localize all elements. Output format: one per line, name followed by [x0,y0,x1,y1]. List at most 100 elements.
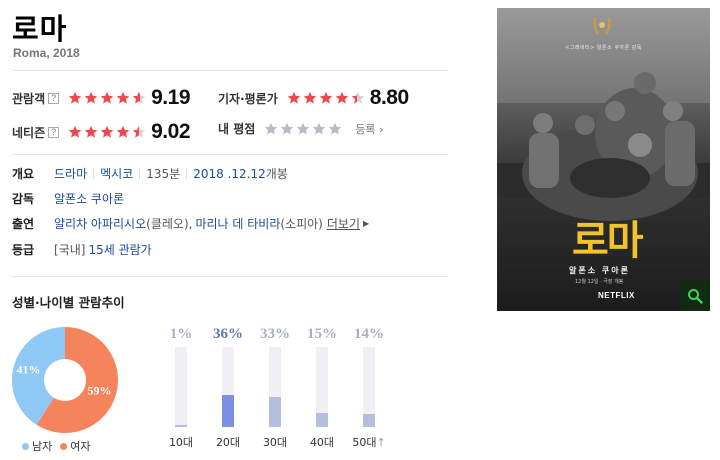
grade-region: [국내] [54,243,86,257]
age-percent: 33% [260,326,290,342]
netizen-rating-label: 네티즌 [12,125,46,140]
rating-grade-row: 등급 [국내] 15세 관람가 [12,241,152,258]
age-bar: 14% 50대↑ [346,326,392,450]
star-icon [116,91,130,104]
my-rating-label: 내 평점 [218,122,256,136]
runtime: 135분 [146,167,181,181]
star-icon [329,122,342,135]
poster-family-photo [522,72,698,221]
chevron-right-icon: › [379,122,384,136]
cast-key: 출연 [12,217,35,231]
genre-link[interactable]: 드라마 [54,165,87,182]
movie-poster[interactable]: <그래비티> 알폰소 쿠아론 감독 로마 알폰소 쿠아론 12월 12일 · 극… [497,8,710,311]
gender-donut-chart: 41% 59% [12,327,118,433]
star-icon [84,91,98,104]
age-bar-track [363,347,375,427]
grade-key: 등급 [12,243,35,257]
gender-legend: 남자 여자 [22,438,91,454]
female-percent: 59% [87,384,111,398]
netizen-rating: 네티즌 ? 9.02 [12,120,190,144]
age-bar-track [269,347,281,427]
star-icon [68,125,82,138]
female-legend-label: 여자 [70,440,91,453]
movie-original-title: Roma, 2018 [13,46,80,60]
age-label: 30대 [262,436,288,449]
director-key: 감독 [12,192,35,206]
age-bar: 36% 20대 [205,326,251,450]
star-icon [68,91,82,104]
star-icon [265,122,278,135]
demographics-title: 성별·나이별 관람추이 [12,295,125,310]
age-bar-fill [175,425,187,427]
actor-link[interactable]: 얄리차 아파리시오 [54,215,146,232]
critics-rating-label: 기자·평론가 [218,91,278,106]
star-icon [116,125,130,138]
arrow-up-icon: ↑ [376,436,386,449]
actor-link[interactable]: 마리나 데 타비라 [195,215,280,232]
my-rating-stars[interactable] [263,122,343,136]
cast-row: 출연 얄리차 아파리시오 (클레오), 마리나 데 타비라 (소피아) 더보기 … [12,215,369,232]
star-icon [100,125,114,138]
more-cast-link[interactable]: 더보기 [327,215,360,232]
separator [139,168,141,179]
star-icon [84,125,98,138]
release-date-link[interactable]: 2018 .12.12 [193,167,266,181]
caret-right-icon: ▶ [362,219,370,228]
audience-rating: 관람객 ? 9.19 [12,86,190,110]
laurel-award-icon [593,17,611,35]
star-rating-icon [67,91,147,105]
divider [12,276,448,277]
star-icon [132,91,146,104]
star-icon [319,91,332,104]
director-row: 감독 알폰소 쿠아론 [12,190,124,207]
divider [12,154,448,155]
age-bar-track [175,347,187,427]
star-icon [100,91,114,104]
star-icon [281,122,294,135]
grade-link[interactable]: 15세 관람가 [88,241,151,258]
age-bar-track [222,347,234,427]
divider [12,70,448,71]
poster-credits: <그래비티> 알폰소 쿠아론 감독 [565,45,642,51]
poster-date: 12월 12일 · 극장 개봉 [575,279,624,285]
star-icon [313,122,326,135]
actor-role: (클레오), [146,217,193,231]
male-legend-dot [22,442,29,450]
male-legend-label: 남자 [32,440,53,453]
age-bar-fill [316,413,328,427]
my-rating: 내 평점 등록 › [218,120,383,137]
zoom-button[interactable] [680,281,710,311]
help-icon[interactable]: ? [48,92,60,104]
director-link[interactable]: 알폰소 쿠아론 [54,190,124,207]
rate-register-button[interactable]: 등록 › [355,121,383,137]
age-bar: 1% 10대 [158,326,204,450]
age-bar: 15% 40대 [299,326,345,450]
male-percent: 41% [17,362,41,376]
donut-hole [44,359,86,401]
star-icon [132,125,146,138]
separator [186,168,188,179]
star-icon [335,91,348,104]
star-icon [287,91,300,104]
star-icon [303,91,316,104]
age-percent: 15% [307,326,337,342]
critics-rating: 기자·평론가 8.80 [218,86,409,110]
age-percent: 14% [354,326,384,342]
poster-director: 알폰소 쿠아론 [569,266,630,275]
overview-key: 개요 [12,167,35,181]
overview-row: 개요 드라마 멕시코 135분 2018 .12.12 개봉 [12,165,288,182]
age-label: 50대↑ [352,436,386,449]
release-suffix: 개봉 [265,167,288,181]
female-legend-dot [60,442,68,450]
country-link[interactable]: 멕시코 [100,165,133,182]
separator [93,168,95,179]
audience-score: 9.19 [151,86,190,109]
help-icon[interactable]: ? [48,126,60,138]
age-bar: 33% 30대 [252,326,298,450]
age-label: 10대 [168,436,194,449]
critics-score: 8.80 [369,86,409,109]
search-icon [688,289,703,304]
audience-rating-label: 관람객 [12,91,46,106]
netflix-logo: NETFLIX [598,291,635,300]
age-label: 20대 [215,436,241,449]
